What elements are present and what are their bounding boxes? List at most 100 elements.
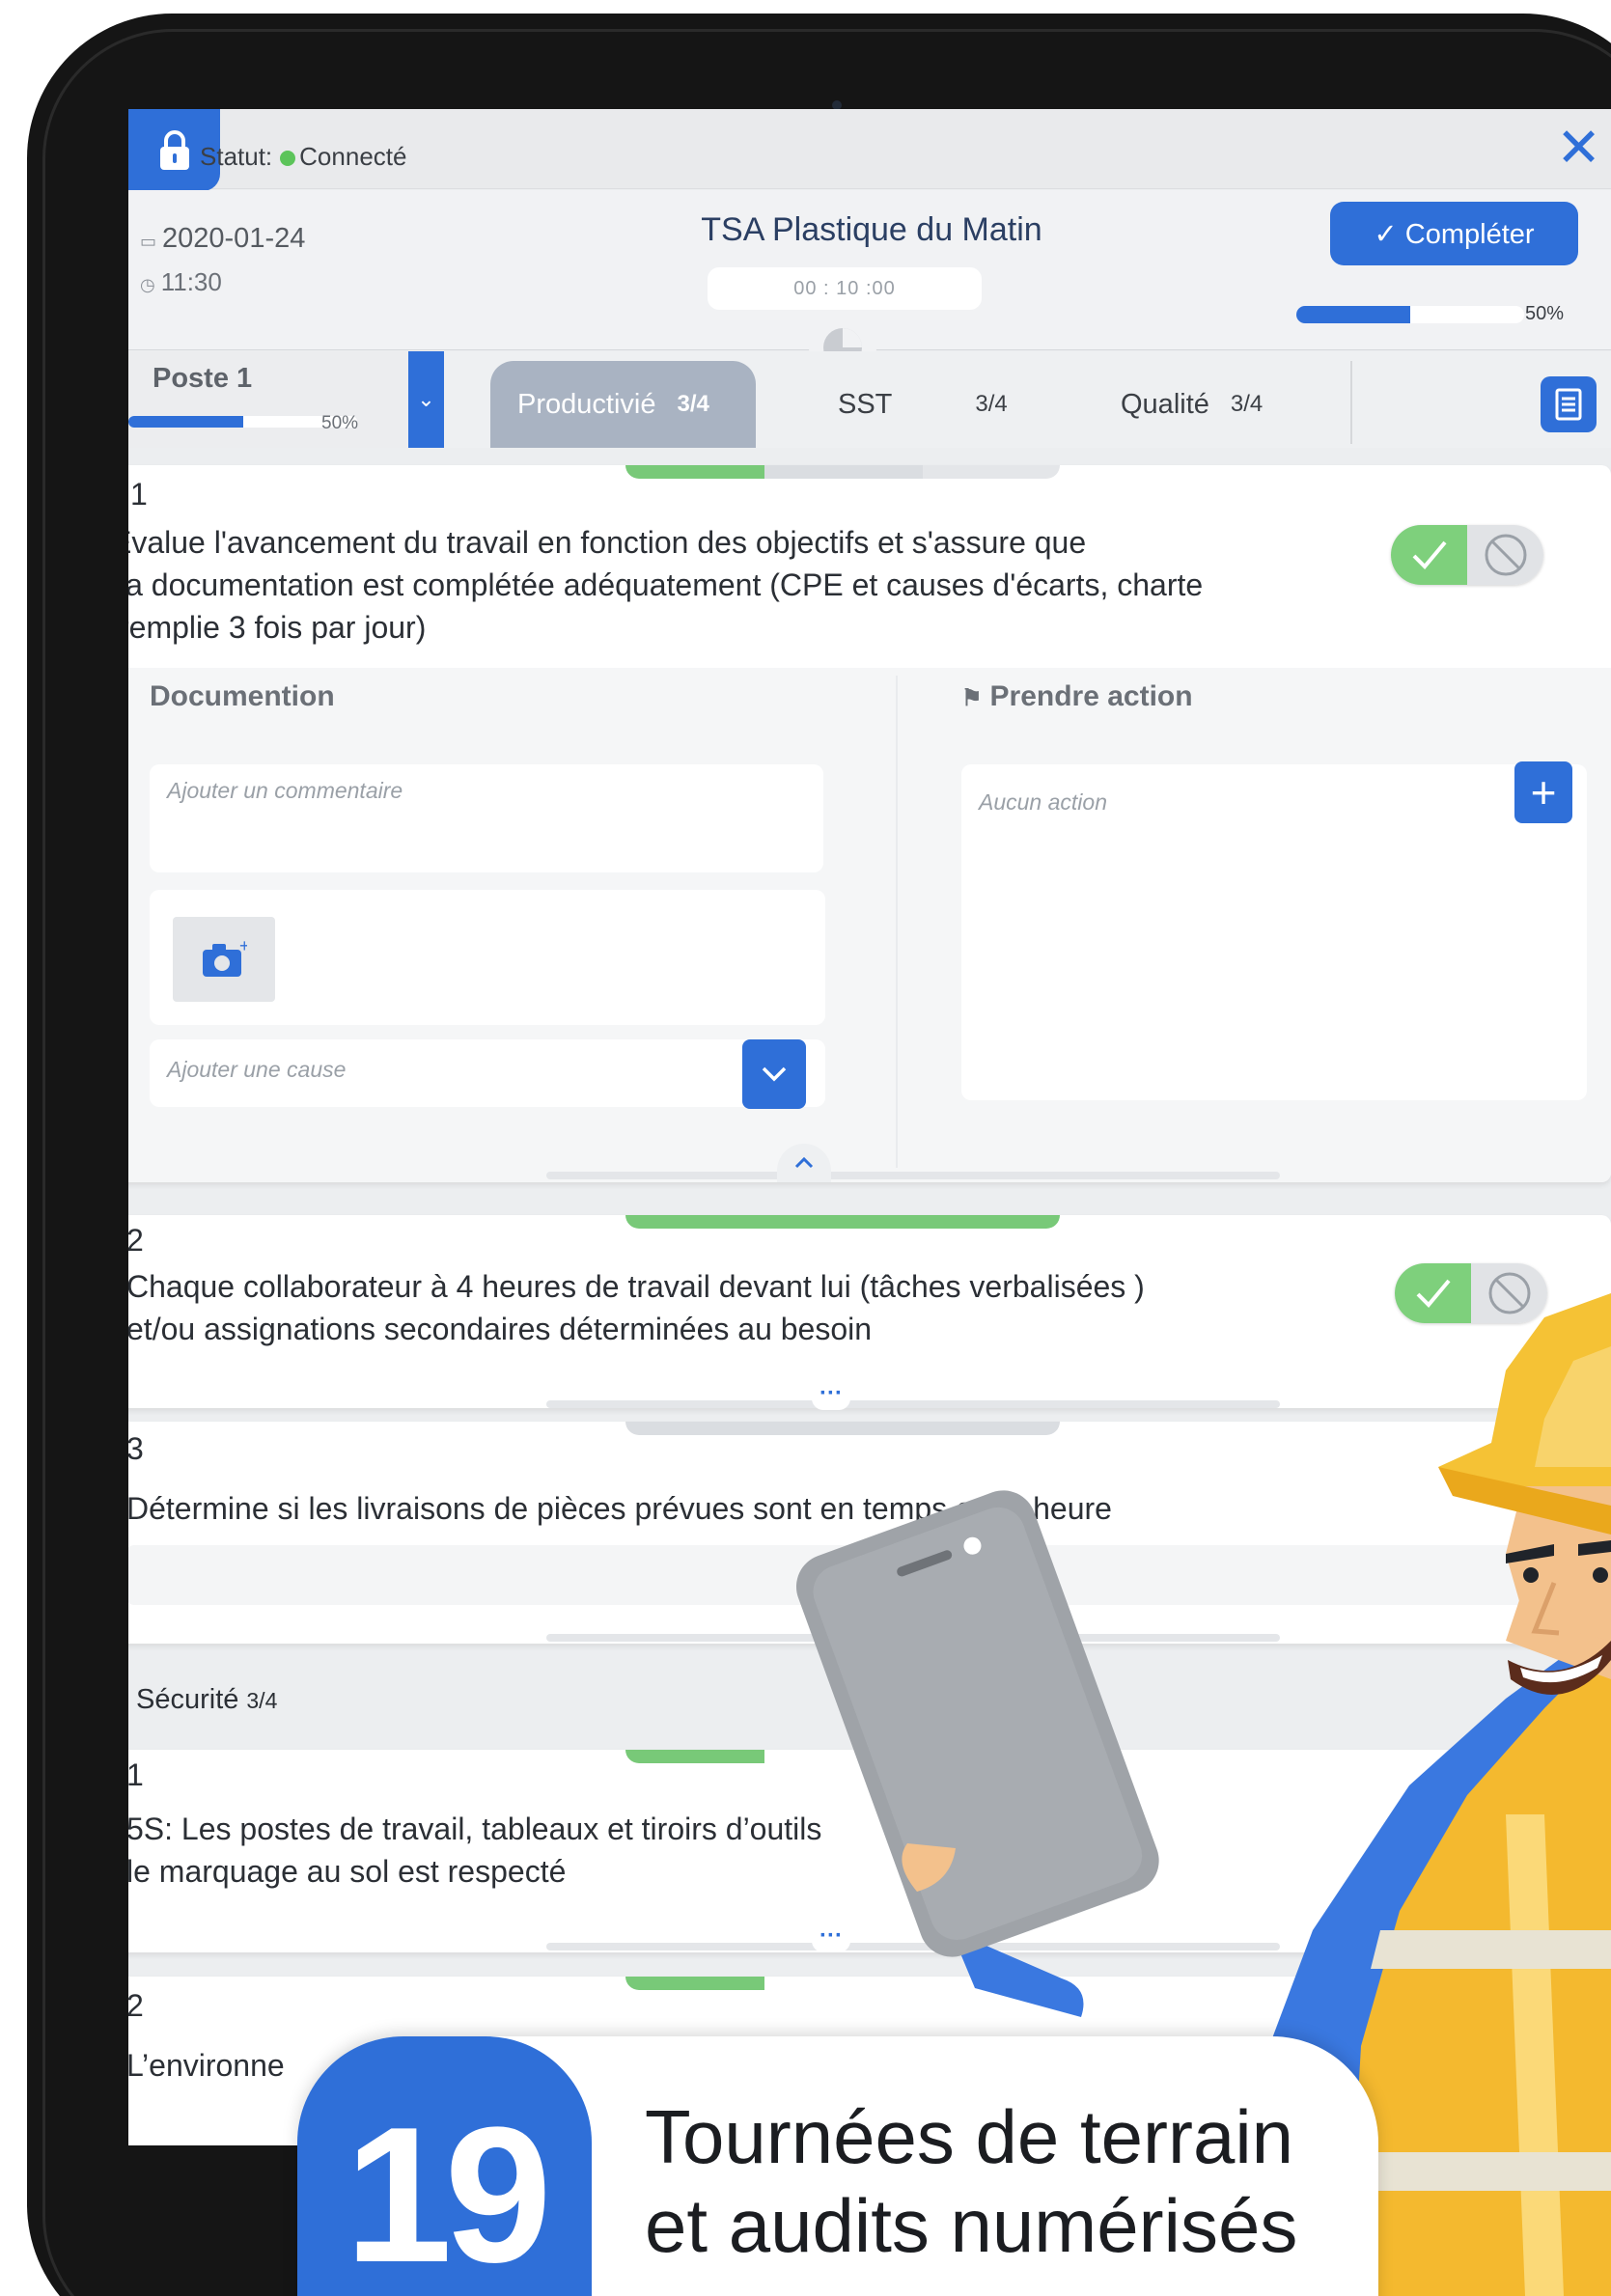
tab-sst[interactable]: SST 3/4: [838, 361, 1008, 448]
question-line: Évalue l'avancement du travail en foncti…: [128, 525, 1087, 560]
question-line: 5S: Les postes de travail, tableaux et t…: [128, 1812, 822, 1846]
tab-divider: [1350, 361, 1352, 444]
tab-label: Productivié: [517, 388, 656, 420]
action-title: Prendre action: [989, 680, 1193, 712]
tab-label: SST: [838, 388, 893, 420]
audit-date: 2020-01-24: [162, 223, 306, 254]
question-line: Détermine si les livraisons de pièces pr…: [128, 1491, 1112, 1526]
clock-icon: ◷: [140, 275, 155, 294]
badge-line: et audits numérisés: [645, 2183, 1298, 2268]
poste-progress-fill: [128, 416, 243, 428]
lock-icon: [159, 129, 189, 170]
card-tab-strip: [625, 1215, 1060, 1229]
compliance-toggle[interactable]: [1391, 525, 1543, 585]
card-bottom-strip: [546, 1943, 1280, 1950]
status-value: Connecté: [299, 142, 407, 171]
complete-button[interactable]: ✓ Compléter: [1330, 202, 1578, 265]
question-line: la documentation est complétée adéquatem…: [128, 567, 1204, 602]
question-text: 5S: Les postes de travail, tableaux et t…: [128, 1808, 821, 1893]
camera-icon: +: [203, 940, 247, 977]
chevron-up-icon: [794, 1156, 814, 1169]
comment-input[interactable]: Ajouter un commentaire: [150, 764, 823, 872]
card-tab-strip: [625, 1977, 1060, 1990]
document-button[interactable]: [1541, 376, 1597, 432]
more-options-button[interactable]: ···: [812, 1382, 850, 1410]
card-bottom-strip: [546, 1172, 1280, 1179]
question-line: le marquage au sol est respecté: [128, 1854, 567, 1889]
compliance-toggle[interactable]: [1395, 1263, 1547, 1323]
tab-count: 3/4: [677, 391, 709, 417]
feature-badge-number: 19: [297, 2036, 592, 2296]
close-icon[interactable]: ✕: [1556, 121, 1601, 175]
header-progress-bar: [1296, 306, 1524, 323]
block-icon[interactable]: [1467, 525, 1543, 585]
action-title-wrap: ⚑ Prendre action: [961, 680, 1193, 713]
audit-header: ▭ 2020-01-24 ◷ 11:30 TSA Plastique du Mati…: [128, 190, 1611, 381]
question-text: Évalue l'avancement du travail en foncti…: [128, 521, 1203, 649]
app-screen: Statut: Connecté ✕ ▭ 2020-01-24 ◷ 11:30 TSA…: [128, 109, 1611, 2145]
status-bar: Statut: Connecté ✕: [128, 109, 1611, 191]
card-tab-strip: [625, 1750, 1060, 1763]
section-header: Sécurité 3/4: [128, 1671, 1611, 1729]
status-label: Statut:: [200, 142, 273, 171]
question-card-2: 2 Chaque collaborateur à 4 heures de tra…: [128, 1215, 1611, 1410]
tabs-row: Poste 1 50% ⌄ Productivié 3/4 SST 3/4 Qual…: [128, 351, 1611, 448]
question-number: 1: [128, 1757, 144, 1792]
section-label: Sécurité: [136, 1684, 239, 1715]
status-dot: [280, 151, 296, 167]
panel-divider: [896, 676, 898, 1168]
section-count: 3/4: [246, 1688, 278, 1713]
tab-count: 3/4: [975, 391, 1008, 417]
card-bottom-strip: [546, 1634, 1280, 1642]
answer-field[interactable]: [128, 1545, 1555, 1605]
chevron-down-icon: [762, 1066, 787, 1082]
add-action-button[interactable]: +: [1514, 761, 1572, 823]
photo-area: +: [150, 890, 825, 1025]
cause-dropdown-button[interactable]: [742, 1039, 806, 1109]
timer: 00 : 10 :00: [708, 267, 982, 310]
card-bottom-strip: [546, 1400, 1280, 1408]
more-options-button[interactable]: ···: [812, 1616, 850, 1644]
documentation-title: Documention: [150, 680, 335, 712]
calendar-icon: ▭: [140, 232, 157, 251]
card-tab-strip: [625, 465, 1060, 479]
cause-select[interactable]: Ajouter une cause: [150, 1039, 825, 1107]
collapse-button[interactable]: [777, 1144, 831, 1182]
action-list: Aucun action: [961, 764, 1587, 1100]
poste-progress-pct: 50%: [321, 413, 359, 433]
audit-title: TSA Plastique du Matin: [701, 211, 1042, 248]
add-photo-button[interactable]: +: [173, 917, 275, 1002]
check-icon[interactable]: [1391, 525, 1467, 585]
chevron-down-icon: ⌄: [417, 387, 435, 411]
question-text: Détermine si les livraisons de pièces pr…: [128, 1487, 1112, 1530]
question-card-3: 3 Détermine si les livraisons de pièces …: [128, 1422, 1611, 1644]
time-line: ◷ 11:30: [140, 267, 222, 297]
expanded-panel: Documention ⚑ Prendre action Ajouter un c…: [128, 668, 1611, 1182]
feature-badge-text: Tournées de terrain et audits numérisés: [645, 2092, 1297, 2270]
question-line: remplie 3 fois par jour): [128, 610, 427, 645]
security-card-1: 1 5S: Les postes de travail, tableaux et…: [128, 1750, 1611, 1952]
question-number: 1: [130, 477, 148, 512]
tab-productivite[interactable]: Productivié 3/4: [490, 361, 756, 448]
connection-status: Statut: Connecté: [200, 142, 406, 172]
tab-qualite[interactable]: Qualité 3/4: [1121, 361, 1263, 448]
poste-dropdown-button[interactable]: ⌄: [408, 351, 444, 448]
header-progress-pct: 50%: [1525, 303, 1565, 324]
question-line: Chaque collaborateur à 4 heures de trava…: [128, 1269, 1145, 1304]
tab-count: 3/4: [1230, 391, 1264, 417]
question-line: L’environne: [128, 2048, 285, 2083]
question-number: 2: [128, 1223, 144, 1258]
more-options-button[interactable]: ···: [812, 1924, 850, 1952]
card-tab-strip: [625, 1422, 1060, 1435]
question-text: L’environne: [128, 2044, 285, 2087]
question-number: 3: [128, 1431, 144, 1466]
document-icon: [1555, 388, 1582, 421]
poste-selector[interactable]: Poste 1 50%: [128, 351, 408, 448]
date-line: ▭ 2020-01-24: [140, 223, 305, 255]
check-icon[interactable]: [1395, 1263, 1471, 1323]
audit-time: 11:30: [160, 267, 222, 296]
block-icon[interactable]: [1471, 1263, 1547, 1323]
flag-icon: ⚑: [961, 685, 983, 711]
header-progress-fill: [1296, 306, 1410, 323]
poste-label: Poste 1: [153, 363, 253, 394]
